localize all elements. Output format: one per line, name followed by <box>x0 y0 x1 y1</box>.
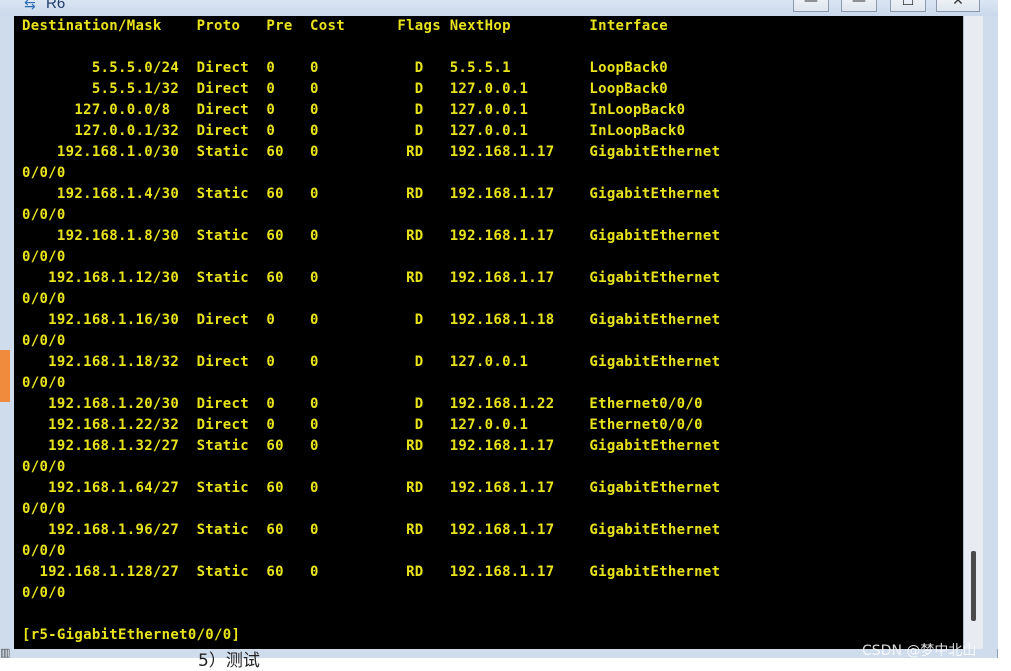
console-line: 0/0/0 <box>22 165 66 181</box>
console-line: 0/0/0 <box>22 333 66 349</box>
document-caption: 5）测试 <box>198 651 260 671</box>
console-line: 192.168.1.0/30 Static 60 0 RD 192.168.1.… <box>22 144 721 160</box>
background-device-icon <box>0 350 10 402</box>
console-line: 192.168.1.22/32 Direct 0 0 D 127.0.0.1 E… <box>22 417 703 433</box>
console-line: 5.5.5.1/32 Direct 0 0 D 127.0.0.1 LoopBa… <box>22 81 668 97</box>
watermark: CSDN @梦中北山 <box>862 643 977 659</box>
console-line: Destination/Mask Proto Pre Cost Flags Ne… <box>22 18 668 34</box>
console-line: 127.0.0.0/8 Direct 0 0 D 127.0.0.1 InLoo… <box>22 102 686 118</box>
console-line: 0/0/0 <box>22 207 66 223</box>
terminal-window: ⇆ R6 — — ☐ ✕ Destination/Mask Proto Pre … <box>0 0 998 658</box>
console-line: 127.0.0.1/32 Direct 0 0 D 127.0.0.1 InLo… <box>22 123 686 139</box>
console-line: 192.168.1.20/30 Direct 0 0 D 192.168.1.2… <box>22 396 703 412</box>
console-line: 192.168.1.16/30 Direct 0 0 D 192.168.1.1… <box>22 312 721 328</box>
console-line: 192.168.1.64/27 Static 60 0 RD 192.168.1… <box>22 480 721 496</box>
console-line: 0/0/0 <box>22 249 66 265</box>
taskbar-icon: ▥ <box>0 646 11 659</box>
console-line: 0/0/0 <box>22 501 66 517</box>
console-line: 192.168.1.32/27 Static 60 0 RD 192.168.1… <box>22 438 721 454</box>
console-line: 0/0/0 <box>22 291 66 307</box>
vertical-scrollbar[interactable] <box>963 16 983 649</box>
scrollbar-thumb[interactable] <box>971 551 976 621</box>
console-output[interactable]: Destination/Mask Proto Pre Cost Flags Ne… <box>14 16 963 649</box>
window-frame <box>983 16 998 649</box>
close-button[interactable]: ✕ <box>936 0 980 12</box>
console-line: 5.5.5.0/24 Direct 0 0 D 5.5.5.1 LoopBack… <box>22 60 668 76</box>
router-app-icon: ⇆ <box>24 0 36 13</box>
background-app-edge <box>0 150 14 650</box>
console-line: 0/0/0 <box>22 459 66 475</box>
console-line: 192.168.1.128/27 Static 60 0 RD 192.168.… <box>22 564 721 580</box>
console-line: 0/0/0 <box>22 585 66 601</box>
console-line: 0/0/0 <box>22 375 66 391</box>
maximize-button[interactable]: ☐ <box>890 0 926 12</box>
console-line: 192.168.1.18/32 Direct 0 0 D 127.0.0.1 G… <box>22 354 721 370</box>
minimize-button[interactable]: — <box>841 0 877 12</box>
help-button[interactable]: — <box>793 0 829 12</box>
console-line: 0/0/0 <box>22 543 66 559</box>
console-line: 192.168.1.96/27 Static 60 0 RD 192.168.1… <box>22 522 721 538</box>
console-line: 192.168.1.12/30 Static 60 0 RD 192.168.1… <box>22 270 721 286</box>
window-title: R6 <box>46 0 66 12</box>
console-line: 192.168.1.4/30 Static 60 0 RD 192.168.1.… <box>22 186 721 202</box>
console-line: [r5-GigabitEthernet0/0/0] <box>22 627 241 643</box>
title-bar[interactable]: ⇆ R6 — — ☐ ✕ <box>0 0 998 16</box>
console-line: 192.168.1.8/30 Static 60 0 RD 192.168.1.… <box>22 228 721 244</box>
